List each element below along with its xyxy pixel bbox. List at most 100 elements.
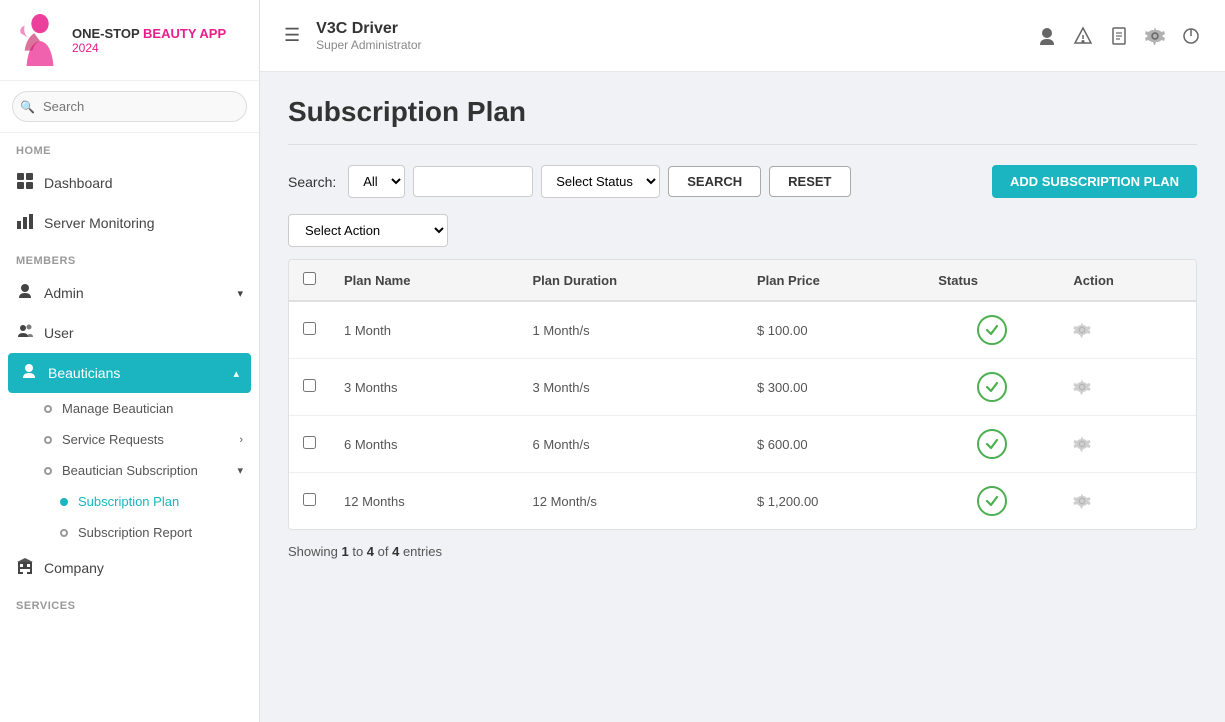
filter-search-input[interactable] (413, 166, 533, 197)
table-row: 3 Months 3 Month/s $ 300.00 (289, 359, 1196, 416)
main-area: ☰ V3C Driver Super Administrator Subsc (260, 0, 1225, 722)
sub-dot-manage-beautician (44, 405, 52, 413)
showing-total: 4 (392, 544, 399, 559)
row-plan-duration: 12 Month/s (519, 473, 743, 530)
search-button[interactable]: SEARCH (668, 166, 761, 197)
row-checkbox-cell (289, 473, 330, 530)
row-status (924, 416, 1059, 473)
sidebar-item-dashboard[interactable]: Dashboard (0, 163, 259, 203)
sidebar-item-admin[interactable]: Admin ▾ (0, 273, 259, 313)
row-checkbox-cell (289, 359, 330, 416)
user-icon[interactable] (1037, 26, 1057, 46)
table-row: 1 Month 1 Month/s $ 100.00 (289, 301, 1196, 359)
settings-icon[interactable] (1145, 26, 1165, 46)
subscription-table: Plan Name Plan Duration Plan Price Statu… (289, 260, 1196, 529)
sidebar-item-label-company: Company (44, 560, 104, 576)
gear-button[interactable] (1073, 435, 1091, 453)
sidebar-sub-item-beautician-subscription[interactable]: Beautician Subscription ▾ (0, 455, 259, 486)
select-all-checkbox[interactable] (303, 272, 316, 285)
header-plan-name: Plan Name (330, 260, 519, 301)
status-check-icon (977, 429, 1007, 459)
row-action (1059, 301, 1196, 359)
row-plan-price: $ 600.00 (743, 416, 924, 473)
header-subtitle: Super Administrator (316, 38, 1037, 52)
subscription-table-wrapper: Plan Name Plan Duration Plan Price Statu… (288, 259, 1197, 530)
row-checkbox[interactable] (303, 436, 316, 449)
sidebar-sub-item-service-requests[interactable]: Service Requests › (0, 424, 259, 455)
row-checkbox[interactable] (303, 379, 316, 392)
header-status: Status (924, 260, 1059, 301)
sidebar-item-server-monitoring[interactable]: Server Monitoring (0, 203, 259, 243)
chevron-down-icon-2: ▾ (237, 464, 243, 477)
header-icons-area (1037, 26, 1201, 46)
sidebar-sub-label-subscription-plan: Subscription Plan (78, 494, 179, 509)
status-check-icon (977, 372, 1007, 402)
action-bar: Select Action Delete (288, 214, 1197, 247)
sidebar-sub-item-manage-beautician[interactable]: Manage Beautician (0, 393, 259, 424)
row-checkbox-cell (289, 301, 330, 359)
row-status (924, 359, 1059, 416)
sidebar-item-user[interactable]: User (0, 313, 259, 353)
row-status (924, 473, 1059, 530)
sidebar-item-label-server-monitoring: Server Monitoring (44, 215, 155, 231)
logo-icon (16, 14, 64, 66)
action-select[interactable]: Select Action Delete (288, 214, 448, 247)
filter-label: Search: (288, 174, 336, 190)
table-row: 12 Months 12 Month/s $ 1,200.00 (289, 473, 1196, 530)
gear-button[interactable] (1073, 321, 1091, 339)
row-checkbox-cell (289, 416, 330, 473)
sidebar: ONE-STOP BEAUTY APP 2024 HOME Dashboard … (0, 0, 260, 722)
row-checkbox[interactable] (303, 493, 316, 506)
filter-type-select[interactable]: All (348, 165, 405, 198)
reset-button[interactable]: RESET (769, 166, 850, 197)
sidebar-item-beauticians[interactable]: Beauticians ▴ (8, 353, 251, 393)
sidebar-sub-item-subscription-report[interactable]: Subscription Report (0, 517, 259, 548)
filter-status-select[interactable]: Select Status Active Inactive (541, 165, 660, 198)
row-plan-name: 6 Months (330, 416, 519, 473)
header-title-area: V3C Driver Super Administrator (316, 20, 1037, 52)
row-plan-price: $ 100.00 (743, 301, 924, 359)
sidebar-search-wrapper (0, 81, 259, 133)
row-plan-duration: 3 Month/s (519, 359, 743, 416)
sidebar-item-label-beauticians: Beauticians (48, 365, 120, 381)
people-icon (16, 323, 34, 343)
sidebar-item-label-dashboard: Dashboard (44, 175, 113, 191)
row-checkbox[interactable] (303, 322, 316, 335)
sidebar-sub-label-manage-beautician: Manage Beautician (62, 401, 173, 416)
document-icon[interactable] (1109, 26, 1129, 46)
sub-dot-subscription-report (60, 529, 68, 537)
sidebar-item-label-admin: Admin (44, 285, 84, 301)
power-icon[interactable] (1181, 26, 1201, 46)
showing-text: Showing 1 to 4 of 4 entries (288, 544, 1197, 559)
sub-dot-subscription-plan (60, 498, 68, 506)
row-status (924, 301, 1059, 359)
row-plan-name: 3 Months (330, 359, 519, 416)
gear-button[interactable] (1073, 378, 1091, 396)
table-header-row: Plan Name Plan Duration Plan Price Statu… (289, 260, 1196, 301)
status-check-icon (977, 486, 1007, 516)
search-input[interactable] (12, 91, 247, 122)
row-plan-price: $ 1,200.00 (743, 473, 924, 530)
sidebar-item-company[interactable]: Company (0, 548, 259, 588)
building-icon (16, 558, 34, 578)
search-wrap (12, 91, 247, 122)
hamburger-icon[interactable]: ☰ (284, 25, 300, 46)
add-subscription-plan-button[interactable]: ADD SUBSCRIPTION PLAN (992, 165, 1197, 198)
sidebar-sub-item-subscription-plan[interactable]: Subscription Plan (0, 486, 259, 517)
gear-button[interactable] (1073, 492, 1091, 510)
sub-dot-beautician-subscription (44, 467, 52, 475)
header-checkbox-cell (289, 260, 330, 301)
status-check-icon (977, 315, 1007, 345)
alert-icon[interactable] (1073, 26, 1093, 46)
section-label-members: MEMBERS (0, 243, 259, 273)
page-title: Subscription Plan (288, 96, 1197, 128)
bar-chart-icon (16, 213, 34, 233)
showing-to: 4 (367, 544, 374, 559)
row-action (1059, 416, 1196, 473)
filters-bar: Search: All Select Status Active Inactiv… (288, 165, 1197, 198)
sidebar-sub-label-beautician-subscription: Beautician Subscription (62, 463, 198, 478)
row-plan-duration: 6 Month/s (519, 416, 743, 473)
row-action (1059, 473, 1196, 530)
logo-text: ONE-STOP BEAUTY APP 2024 (72, 25, 226, 55)
sidebar-logo: ONE-STOP BEAUTY APP 2024 (0, 0, 259, 81)
